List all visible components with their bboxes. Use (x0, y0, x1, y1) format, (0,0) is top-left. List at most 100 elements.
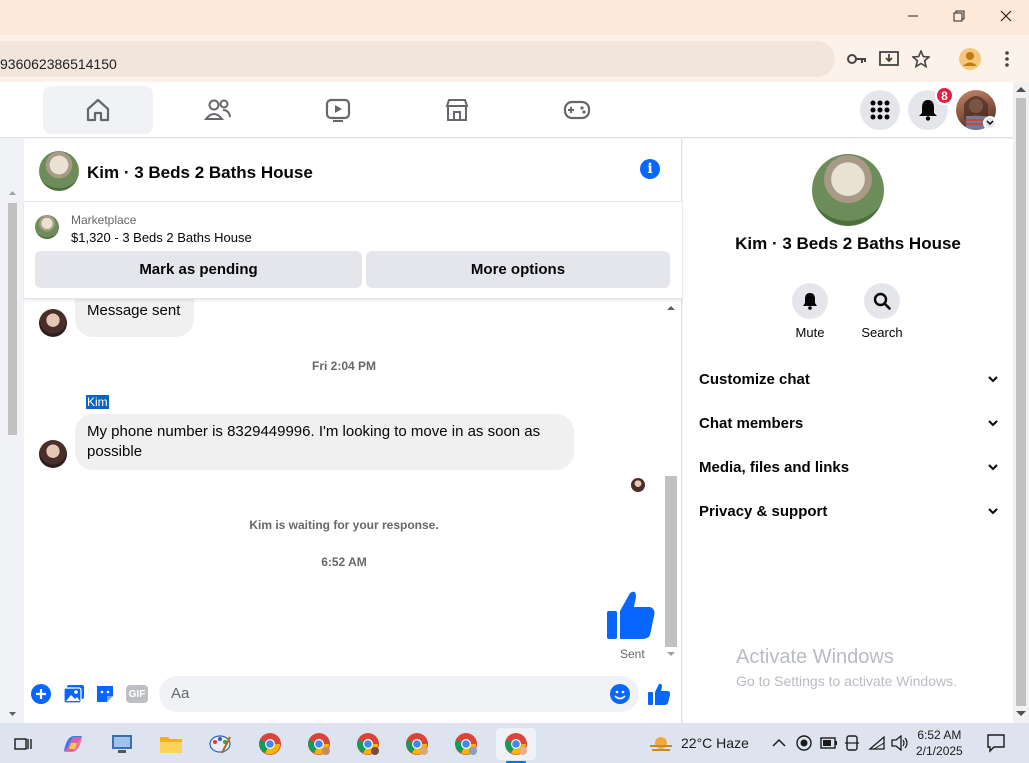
profile-icon[interactable] (959, 48, 981, 70)
chat-scroll-up-icon[interactable] (667, 305, 675, 311)
chat-title[interactable]: Kim · 3 Beds 2 Baths House (87, 163, 313, 183)
nav-friends-tab[interactable] (163, 86, 273, 134)
chrome-icon (505, 733, 527, 755)
chrome-app-2[interactable] (299, 728, 339, 760)
pc-app[interactable] (102, 728, 142, 760)
marketplace-label: Marketplace (71, 213, 137, 227)
gif-button[interactable]: GIF (125, 683, 149, 705)
chevron-up-icon[interactable] (772, 738, 786, 747)
windows-taskbar: 22°C Haze 6:52 AM 2/1/2025 (0, 723, 1029, 763)
close-icon (1000, 10, 1012, 22)
left-scrollbar-thumb[interactable] (8, 203, 17, 435)
notifications-button[interactable]: 8 (908, 86, 954, 130)
nav-gaming-tab[interactable] (522, 86, 632, 134)
scroll-up-arrow-icon[interactable] (8, 190, 17, 196)
paint-icon (209, 735, 231, 754)
page-scroll-down-icon[interactable] (1016, 711, 1026, 717)
chrome-icon (308, 733, 330, 755)
chrome-app-4[interactable] (397, 728, 437, 760)
restore-icon (953, 10, 965, 22)
account-chevron-icon[interactable] (983, 116, 997, 130)
nav-marketplace-tab[interactable] (402, 86, 512, 134)
password-key-icon[interactable] (846, 48, 868, 70)
chrome-app-active[interactable] (496, 728, 536, 763)
restore-button[interactable] (936, 0, 982, 32)
add-attachment-button[interactable] (30, 683, 52, 705)
listing-profile-image[interactable] (812, 154, 884, 226)
more-options-button[interactable]: More options (366, 251, 670, 288)
task-view-icon (14, 738, 32, 750)
emoji-icon[interactable] (610, 684, 630, 704)
file-explorer-app[interactable] (151, 728, 191, 760)
close-window-button[interactable] (983, 0, 1029, 32)
nav-home-tab[interactable] (43, 86, 153, 134)
chevron-down-icon (988, 420, 998, 427)
scroll-down-arrow-icon[interactable] (8, 711, 17, 717)
send-like-button[interactable] (648, 683, 670, 705)
chevron-down-icon (988, 464, 998, 471)
chat-scroll-down-icon[interactable] (667, 651, 675, 657)
search-label: Search (861, 325, 903, 340)
sender-name: Kim (86, 395, 109, 409)
address-bar[interactable]: 936062386514150 (0, 41, 835, 77)
gaming-icon (563, 100, 591, 120)
listing-thumbnail[interactable] (35, 215, 59, 239)
listing-avatar[interactable] (39, 151, 79, 191)
menu-button[interactable] (860, 90, 900, 130)
mark-as-pending-button[interactable]: Mark as pending (35, 251, 362, 288)
search-conversation-button[interactable]: Search (852, 283, 912, 340)
sticker-icon (97, 686, 113, 702)
media-files-links-section[interactable]: Media, files and links (699, 459, 999, 483)
battery-icon[interactable] (820, 736, 838, 750)
chat-window: Kim · 3 Beds 2 Baths House i Marketplace… (24, 139, 682, 723)
weather-text[interactable]: 22°C Haze (681, 735, 749, 751)
install-app-icon[interactable] (878, 48, 900, 70)
info-icon[interactable]: i (640, 159, 660, 179)
bookmark-star-icon[interactable] (910, 48, 932, 70)
record-icon[interactable] (796, 735, 812, 751)
mute-button[interactable]: Mute (780, 283, 840, 340)
waiting-notice: Kim is waiting for your response. (249, 518, 439, 532)
customize-chat-section[interactable]: Customize chat (699, 371, 999, 395)
copilot-app[interactable] (53, 728, 93, 760)
system-clock[interactable]: 6:52 AM 2/1/2025 (916, 727, 963, 759)
chrome-app-5[interactable] (446, 728, 486, 760)
mute-label: Mute (795, 325, 825, 340)
search-icon (873, 292, 891, 310)
copilot-icon (64, 735, 82, 753)
wifi-icon[interactable] (868, 735, 886, 751)
minimize-button[interactable] (890, 0, 936, 32)
clock-time: 6:52 AM (917, 728, 962, 742)
chrome-icon (406, 733, 428, 755)
privacy-support-section[interactable]: Privacy & support (699, 503, 999, 527)
chat-scrollbar-thumb[interactable] (665, 476, 677, 647)
notification-center-icon[interactable] (986, 733, 1006, 753)
attach-photo-button[interactable] (63, 683, 85, 705)
chrome-icon (455, 733, 477, 755)
home-icon (86, 98, 110, 122)
chevron-down-icon (988, 376, 998, 383)
task-view-button[interactable] (3, 728, 43, 760)
paint-app[interactable] (200, 728, 240, 760)
photo-icon (64, 685, 84, 703)
sender-avatar[interactable] (39, 309, 67, 337)
sticker-button[interactable] (94, 683, 116, 705)
section-label: Customize chat (699, 371, 810, 388)
folder-icon (160, 737, 182, 753)
chrome-app-1[interactable] (250, 728, 290, 760)
page-scrollbar-thumb[interactable] (1016, 98, 1026, 706)
message-input[interactable]: Aa (159, 676, 639, 712)
thumbs-up-icon (648, 683, 670, 705)
nav-video-tab[interactable] (283, 86, 393, 134)
sent-thumbs-up-icon (607, 591, 655, 639)
listing-price-title[interactable]: $1,320 - 3 Beds 2 Baths House (71, 230, 252, 245)
device-icon[interactable] (845, 735, 859, 751)
gif-icon: GIF (126, 685, 148, 703)
page-scrollbar[interactable] (1013, 82, 1029, 723)
chrome-app-3[interactable] (348, 728, 388, 760)
sender-avatar[interactable] (39, 440, 67, 468)
chat-members-section[interactable]: Chat members (699, 415, 999, 439)
browser-menu-icon[interactable] (996, 48, 1018, 70)
page-scroll-up-icon[interactable] (1016, 87, 1026, 93)
volume-icon[interactable] (891, 735, 909, 751)
